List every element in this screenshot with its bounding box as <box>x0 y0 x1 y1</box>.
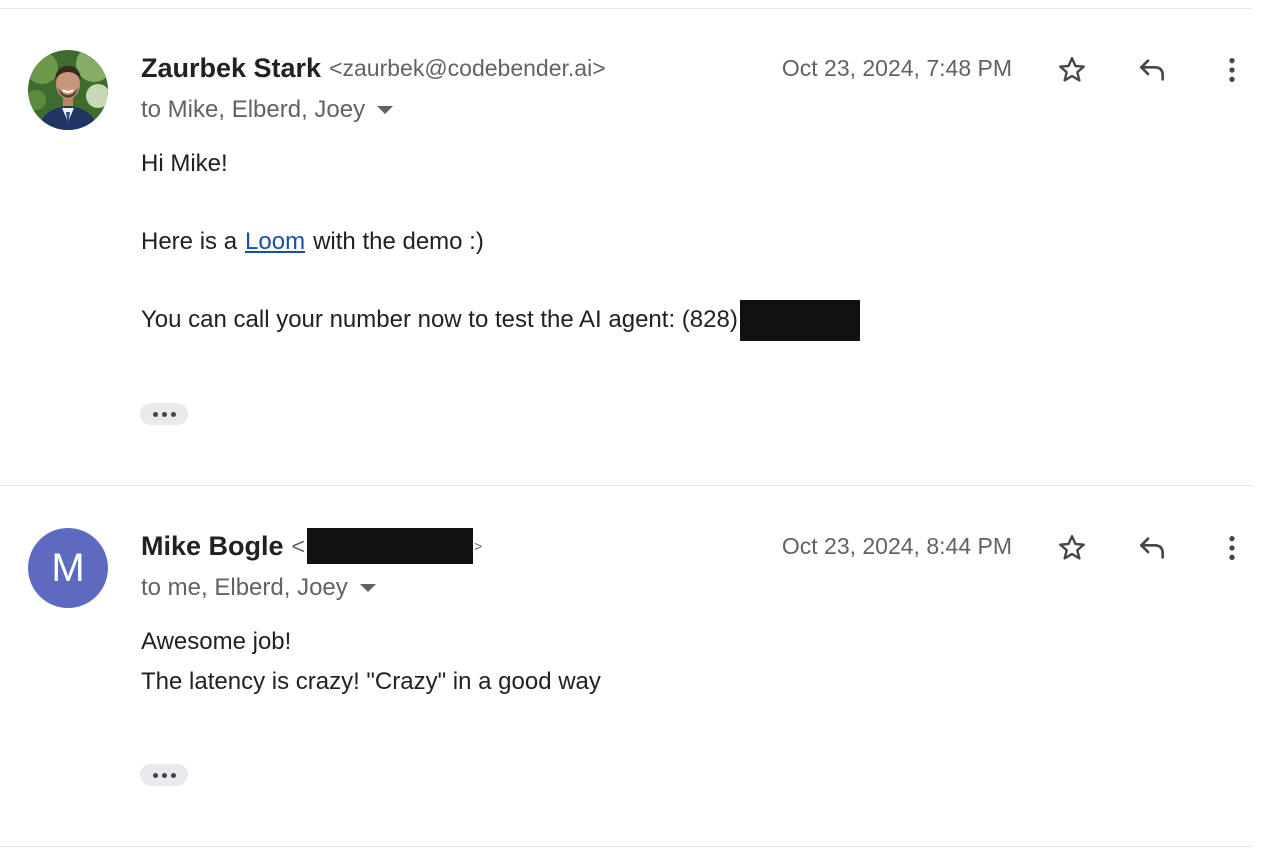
sender-avatar[interactable] <box>28 50 108 130</box>
loom-link[interactable]: Loom <box>245 228 305 256</box>
message-body-line-1: Awesome job! <box>141 628 292 655</box>
message-divider <box>0 485 1252 486</box>
reply-icon <box>1140 59 1164 81</box>
message-body-greeting: Hi Mike! <box>141 150 228 177</box>
message-date: Oct 23, 2024, 7:48 PM <box>781 54 1012 81</box>
email-close-bracket: > <box>473 538 483 554</box>
more-vert-icon <box>1229 536 1235 560</box>
top-divider <box>0 8 1252 9</box>
star-button[interactable] <box>1054 52 1090 88</box>
body-text: You can call your number now to test the… <box>141 306 738 333</box>
sender-line: Mike Bogle < > <box>141 528 482 564</box>
sender-name[interactable]: Zaurbek Stark <box>141 53 321 84</box>
reply-button[interactable] <box>1134 530 1170 566</box>
bottom-divider <box>0 846 1252 847</box>
sender-avatar[interactable]: M <box>28 528 108 608</box>
more-vert-icon <box>1229 58 1235 82</box>
ellipsis-icon <box>152 772 158 778</box>
reply-button[interactable] <box>1134 52 1170 88</box>
star-button[interactable] <box>1054 530 1090 566</box>
avatar-photo <box>28 50 108 130</box>
sender-line: Zaurbek Stark <zaurbek@codebender.ai> <box>141 50 606 86</box>
sender-name[interactable]: Mike Bogle <box>141 531 284 562</box>
body-text: with the demo :) <box>313 228 484 255</box>
recipients-label: to me, Elberd, Joey <box>141 574 348 601</box>
show-trimmed-content-button[interactable] <box>140 764 188 786</box>
more-options-button[interactable] <box>1214 530 1250 566</box>
message-body-line-2: The latency is crazy! "Crazy" in a good … <box>141 668 601 695</box>
ellipsis-icon <box>152 411 158 417</box>
recipients-label: to Mike, Elberd, Joey <box>141 96 366 123</box>
chevron-down-icon[interactable] <box>359 584 376 592</box>
recipients: to me, Elberd, Joey <box>141 572 376 604</box>
show-trimmed-content-button[interactable] <box>140 403 188 425</box>
sender-email: <zaurbek@codebender.ai> <box>329 54 606 81</box>
message-body-line-3: You can call your number now to test the… <box>141 299 860 341</box>
email-open-bracket: < <box>291 532 305 559</box>
redacted-phone-number <box>739 299 860 341</box>
reply-icon <box>1140 537 1164 559</box>
message-body-line-2: Here is a Loom with the demo :) <box>141 226 484 258</box>
star-icon <box>1059 535 1085 560</box>
more-options-button[interactable] <box>1214 52 1250 88</box>
redacted-sender-email <box>306 528 473 564</box>
chevron-down-icon[interactable] <box>377 106 394 114</box>
body-text: Here is a <box>141 228 238 255</box>
message-date: Oct 23, 2024, 8:44 PM <box>781 532 1012 559</box>
star-icon <box>1059 57 1085 82</box>
recipients: to Mike, Elberd, Joey <box>141 94 394 126</box>
